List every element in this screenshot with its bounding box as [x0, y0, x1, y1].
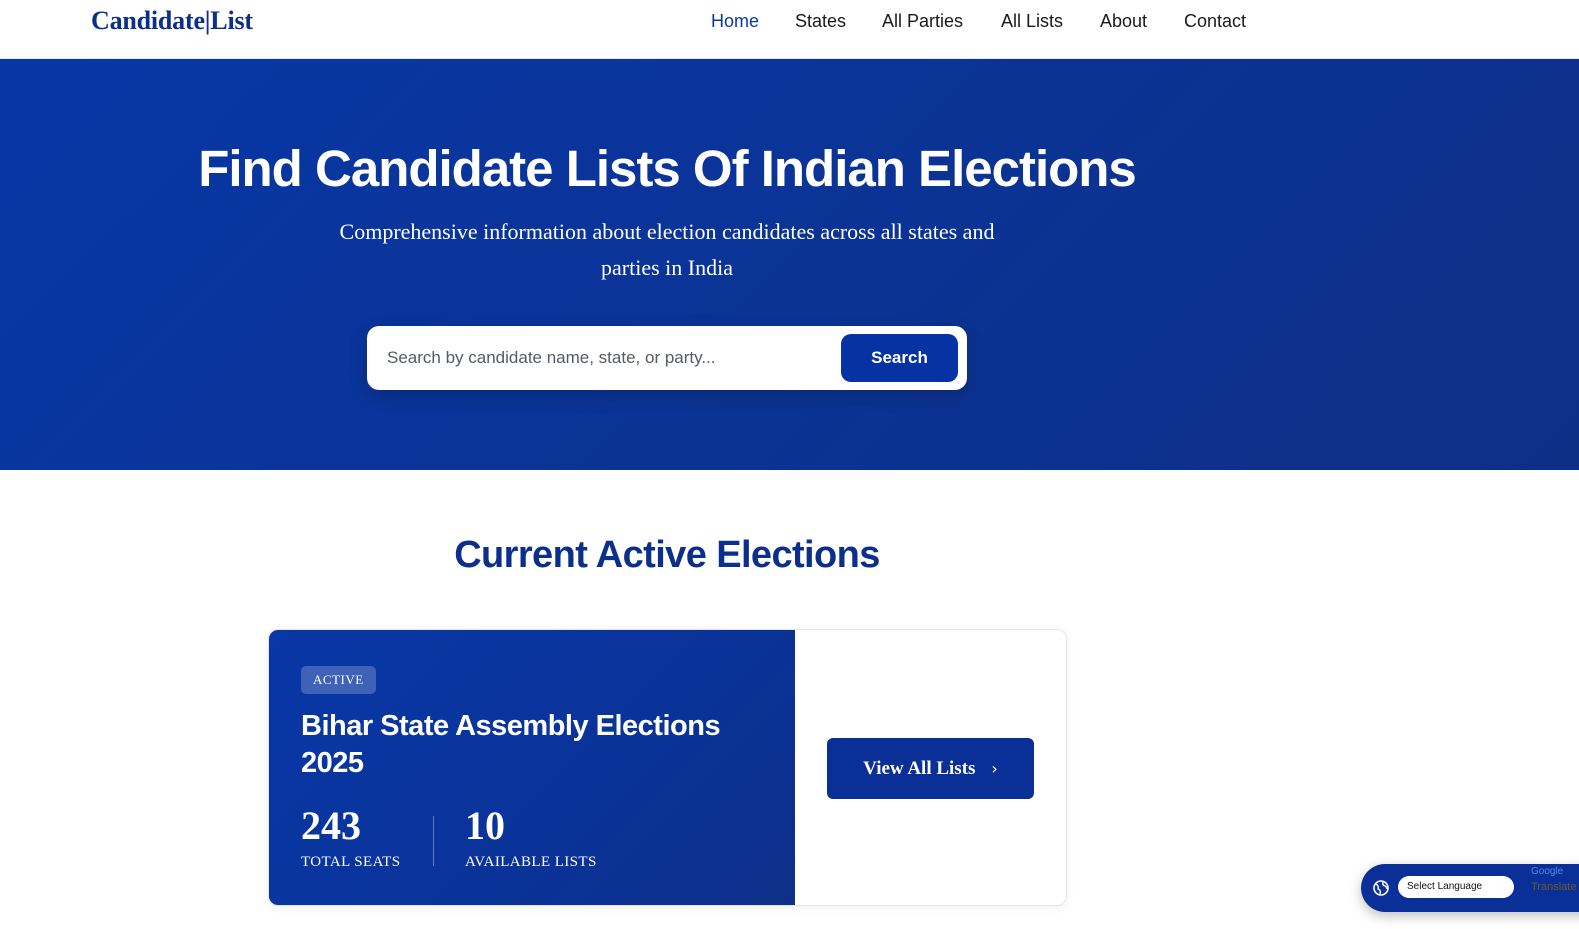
election-card: ACTIVE Bihar State Assembly Elections 20…	[268, 629, 1067, 906]
view-all-lists-button[interactable]: View All Lists ›	[827, 738, 1034, 799]
stat-divider	[433, 816, 434, 866]
stat-available-lists: 10 AVAILABLE LISTS	[465, 802, 597, 872]
hero-section: Find Candidate Lists Of Indian Elections…	[0, 59, 1579, 470]
language-select[interactable]: Select Language	[1398, 876, 1514, 898]
translate-text: Translate	[1531, 881, 1577, 893]
view-all-lists-label: View All Lists	[863, 757, 976, 779]
chevron-right-icon: ›	[991, 759, 998, 778]
globe-icon	[1373, 880, 1389, 896]
google-text: Google	[1531, 866, 1564, 877]
stat-value: 10	[465, 803, 505, 848]
stat-label: AVAILABLE LISTS	[465, 854, 597, 870]
search-input[interactable]	[385, 338, 825, 378]
nav-item-home[interactable]: Home	[711, 8, 759, 34]
nav-item-states[interactable]: States	[795, 8, 846, 34]
site-logo[interactable]: Candidate|List	[91, 4, 253, 38]
election-title: Bihar State Assembly Elections 2025	[301, 710, 721, 779]
google-translate-label: Google Translate	[1531, 866, 1576, 893]
top-navbar: Candidate|List Home States All Parties A…	[0, 0, 1579, 59]
nav-item-all-lists[interactable]: All Lists	[1001, 8, 1063, 34]
nav-item-all-parties[interactable]: All Parties	[882, 8, 963, 34]
google-logo: Google	[1531, 866, 1563, 877]
stat-value: 243	[301, 803, 361, 848]
status-badge: ACTIVE	[301, 666, 376, 694]
stat-label: TOTAL SEATS	[301, 854, 401, 870]
nav-item-about[interactable]: About	[1100, 8, 1147, 34]
nav-item-contact[interactable]: Contact	[1184, 8, 1246, 34]
stat-total-seats: 243 TOTAL SEATS	[301, 802, 400, 872]
hero-title: Find Candidate Lists Of Indian Elections	[198, 140, 1137, 197]
section-title-active-elections: Current Active Elections	[454, 534, 880, 576]
search-button[interactable]: Search	[841, 334, 958, 382]
search-bar: Search	[367, 326, 967, 390]
translate-widget: Select Language Google Translate	[1361, 864, 1579, 912]
hero-subtitle: Comprehensive information about election…	[339, 219, 995, 280]
election-card-info: ACTIVE Bihar State Assembly Elections 20…	[269, 630, 795, 905]
